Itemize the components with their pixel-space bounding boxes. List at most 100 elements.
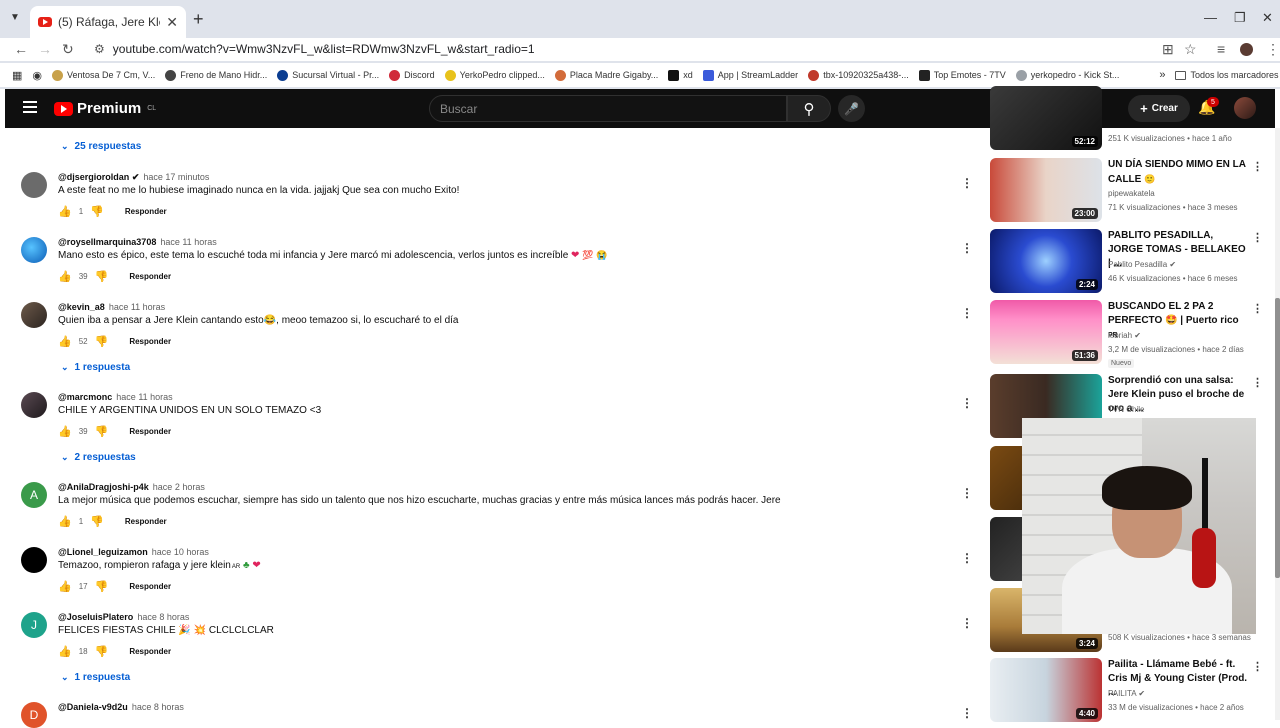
bookmark-globe-icon[interactable]: ◉ [32,69,42,82]
back-icon[interactable]: ← [14,41,28,57]
dislike-icon[interactable]: 👎 [95,335,109,348]
search-input[interactable]: Buscar [429,95,787,122]
comment-author[interactable]: @djsergioroldan ✔ hace 17 minutos [58,172,209,183]
view-replies-button[interactable]: ⌄ 1 respuesta [61,362,130,373]
video-channel[interactable]: pipewakatela [1108,189,1155,198]
search-icon[interactable]: ⚲ [787,95,831,122]
bookmark-star-icon[interactable]: ☆ [1184,41,1197,58]
media-control-icon[interactable]: ≡ [1217,41,1225,57]
bookmark-item[interactable]: Placa Madre Gigaby... [554,69,658,81]
commenter-avatar[interactable] [21,172,47,198]
bookmark-item[interactable]: tbx-10920325a438-... [808,69,909,81]
new-tab-icon[interactable]: + [193,9,204,30]
browser-tab[interactable]: (5) Ráfaga, Jere Klein - Una Cerveza ✕ [30,6,186,38]
close-tab-icon[interactable]: ✕ [166,14,178,31]
commenter-avatar[interactable]: J [21,612,47,638]
comment-author[interactable]: @JoseluisPlatero hace 8 horas [58,612,189,622]
video-thumbnail[interactable]: 23:00 [990,158,1102,222]
forward-icon[interactable]: → [38,41,52,57]
reply-button[interactable]: Responder [125,207,167,216]
bookmark-item[interactable]: Freno de Mano Hidr... [165,69,267,81]
youtube-premium-logo[interactable]: Premium CL [54,100,156,117]
video-more-icon[interactable]: ⋮ [1252,660,1263,673]
video-channel[interactable]: PAILITA ✔ [1108,689,1145,698]
scrollbar-thumb[interactable] [1275,298,1280,578]
comment-more-icon[interactable]: ⋮ [961,616,973,630]
comment-more-icon[interactable]: ⋮ [961,486,973,500]
dislike-icon[interactable]: 👎 [95,425,109,438]
video-more-icon[interactable]: ⋮ [1252,160,1263,173]
dislike-icon[interactable]: 👎 [95,580,109,593]
bookmark-item[interactable]: yerkopedro - Kick St... [1015,69,1119,81]
comment-author[interactable]: @roysellmarquina3708 hace 11 horas [58,237,217,247]
video-channel[interactable]: Pablito Pesadilla ✔ [1108,260,1176,269]
comment-more-icon[interactable]: ⋮ [961,551,973,565]
profile-avatar[interactable] [1240,43,1253,56]
comment-more-icon[interactable]: ⋮ [961,241,973,255]
reply-button[interactable]: Responder [129,427,171,436]
bookmark-item[interactable]: Discord [389,69,435,81]
account-avatar[interactable] [1234,97,1256,119]
more-bookmarks-icon[interactable]: » [1159,69,1165,81]
like-icon[interactable]: 👍 [58,425,72,438]
view-replies-button[interactable]: ⌄ 1 respuesta [61,672,130,683]
video-channel[interactable]: lebriah ✔ [1108,331,1141,340]
bookmark-item[interactable]: xd [668,69,693,81]
bookmark-item[interactable]: App | StreamLadder [702,69,798,81]
dislike-icon[interactable]: 👎 [95,645,109,658]
install-app-icon[interactable]: ⊞ [1162,41,1174,58]
tab-search-icon[interactable]: ▼ [10,12,20,23]
video-thumbnail[interactable]: 4:40 [990,658,1102,722]
bookmark-item[interactable]: Top Emotes - 7TV [918,69,1006,81]
view-replies-button[interactable]: ⌄ 2 respuestas [61,452,136,463]
reply-button[interactable]: Responder [129,337,171,346]
like-icon[interactable]: 👍 [58,270,72,283]
like-icon[interactable]: 👍 [58,580,72,593]
minimize-icon[interactable]: — [1204,10,1217,25]
like-icon[interactable]: 👍 [58,335,72,348]
video-more-icon[interactable]: ⋮ [1252,302,1263,315]
restore-icon[interactable]: ❐ [1234,10,1246,26]
commenter-avatar[interactable] [21,547,47,573]
dislike-icon[interactable]: 👎 [90,515,104,528]
all-bookmarks[interactable]: Todos los marcadores [1175,70,1279,80]
menu-icon[interactable] [23,101,37,113]
microphone-icon[interactable]: 🎤 [838,95,865,122]
close-window-icon[interactable]: ✕ [1262,10,1273,26]
like-icon[interactable]: 👍 [58,645,72,658]
bookmark-item[interactable]: YerkoPedro clipped... [444,69,545,81]
reply-button[interactable]: Responder [129,647,171,656]
comment-author[interactable]: @marcmonc hace 11 horas [58,392,173,402]
browser-menu-icon[interactable]: ⋮ [1266,41,1280,58]
view-replies-button[interactable]: ⌄ 25 respuestas [61,141,141,152]
bookmark-item[interactable]: Sucursal Virtual - Pr... [277,69,379,81]
comment-author[interactable]: @AnilaDragjoshi-p4k hace 2 horas [58,482,205,492]
site-info-icon[interactable]: ⚙ [94,42,105,56]
reply-button[interactable]: Responder [129,272,171,281]
like-icon[interactable]: 👍 [58,515,72,528]
comment-more-icon[interactable]: ⋮ [961,176,973,190]
reply-button[interactable]: Responder [129,582,171,591]
comment-more-icon[interactable]: ⋮ [961,706,973,720]
reload-icon[interactable]: ↻ [62,41,74,58]
bookmark-item[interactable]: Ventosa De 7 Cm, V... [52,69,155,81]
like-icon[interactable]: 👍 [58,205,72,218]
video-thumbnail[interactable]: 52:12 [990,86,1102,150]
reply-button[interactable]: Responder [125,517,167,526]
url-field[interactable]: ⚙ youtube.com/watch?v=Wmw3NzvFL_w&list=R… [86,39,1196,59]
apps-icon[interactable]: ▦ [12,69,22,82]
commenter-avatar[interactable]: A [21,482,47,508]
dislike-icon[interactable]: 👎 [90,205,104,218]
commenter-avatar[interactable] [21,302,47,328]
comment-author[interactable]: @Daniela-v9d2u hace 8 horas [58,702,184,712]
page-scrollbar[interactable] [1275,128,1280,720]
comment-more-icon[interactable]: ⋮ [961,306,973,320]
comment-author[interactable]: @kevin_a8 hace 11 horas [58,302,165,312]
video-more-icon[interactable]: ⋮ [1252,231,1263,244]
video-channel[interactable]: TVN Chile [1108,405,1144,414]
video-thumbnail[interactable]: 2:24 [990,229,1102,293]
video-thumbnail[interactable]: 51:36 [990,300,1102,364]
commenter-avatar[interactable]: D [21,702,47,728]
commenter-avatar[interactable] [21,392,47,418]
dislike-icon[interactable]: 👎 [95,270,109,283]
